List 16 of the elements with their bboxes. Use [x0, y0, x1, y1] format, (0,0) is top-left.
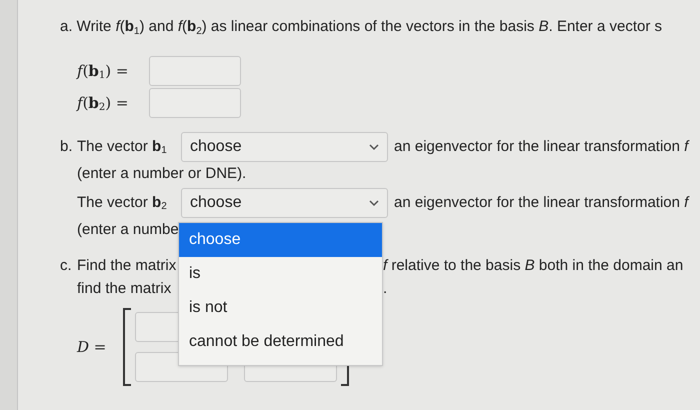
question-text: The vector b$_{2}$: [77, 192, 167, 214]
math-label: f(b$_{1}$) =: [77, 60, 130, 82]
punctuation: .: [383, 278, 388, 299]
hint-text: (enter a numbe: [77, 220, 179, 240]
question-text: f relative to the basis B both in the domain an: [383, 256, 684, 276]
question-text: The vector b$_{1}$: [77, 136, 167, 158]
question-text: Find the matrix: [77, 256, 176, 274]
hint-text: (enter a number or DNE).: [77, 164, 246, 184]
question-text: a. Write f(b$_{1}$) and f(b$_{2}$) as linear combinations of the vectors in the basis B. Enter a vector s: [60, 17, 663, 38]
item-marker: c.: [60, 256, 73, 276]
math-label: f(b$_{2}$) =: [77, 92, 130, 114]
question-text: find the matrix: [77, 280, 172, 297]
math-label: D =: [77, 336, 108, 358]
question-text: an eigenvector for the linear transformation f: [394, 136, 688, 157]
item-marker: b.: [60, 136, 74, 157]
question-text: an eigenvector for the linear transformation f: [394, 192, 688, 213]
